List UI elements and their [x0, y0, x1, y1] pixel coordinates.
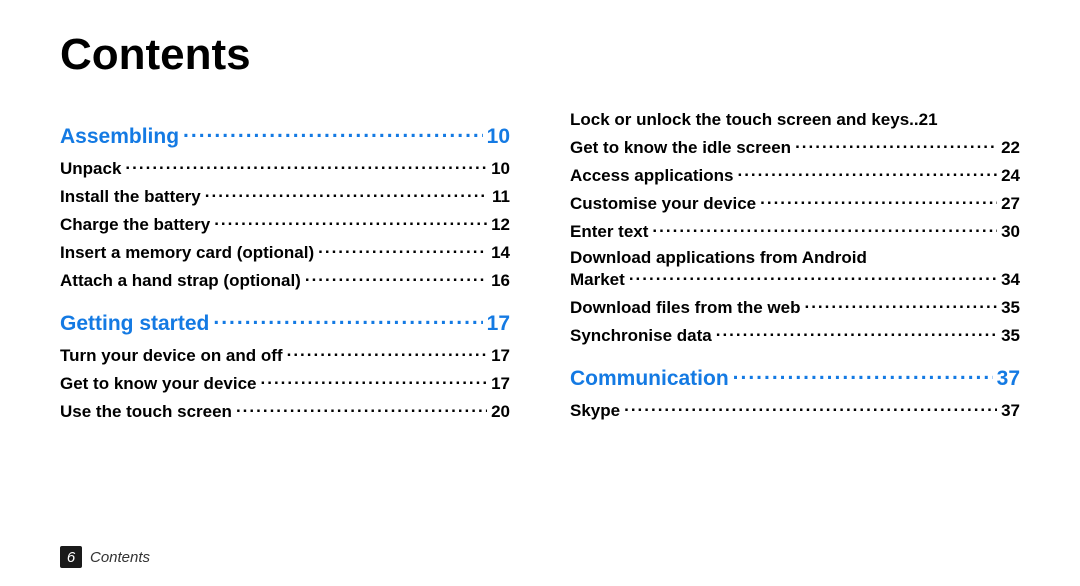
- leader-dots: [795, 136, 997, 153]
- column-left: Assembling 10 Unpack 10 Install the battery 1…: [60, 104, 510, 428]
- toc-item-page: 20: [491, 402, 510, 422]
- toc-item[interactable]: Enter text 30: [570, 220, 1020, 242]
- toc-item-page: 22: [1001, 138, 1020, 158]
- page-title: Contents: [60, 30, 1020, 80]
- toc-item-label-cont: Market: [570, 270, 625, 290]
- toc-item-label: Get to know your device: [60, 374, 257, 394]
- toc-item-label: Insert a memory card (optional): [60, 243, 314, 263]
- toc-item-label: Install the battery: [60, 187, 201, 207]
- toc-item-page: 12: [491, 215, 510, 235]
- section-page: 17: [487, 312, 510, 336]
- toc-item-label: Unpack: [60, 159, 121, 179]
- toc-item[interactable]: Lock or unlock the touch screen and keys…: [570, 110, 1020, 130]
- leader-dots: [804, 296, 997, 313]
- toc-item-label: Get to know the idle screen: [570, 138, 791, 158]
- toc-item-page: 11: [492, 187, 510, 207]
- leader-dots: [624, 399, 997, 416]
- toc-item-page: 35: [1001, 326, 1020, 346]
- page-container: Contents Assembling 10 Unpack 10 Install the…: [0, 0, 1080, 586]
- leader-dots: [305, 269, 487, 286]
- toc-item-page: 35: [1001, 298, 1020, 318]
- toc-item[interactable]: Turn your device on and off 17: [60, 344, 510, 366]
- column-right: Lock or unlock the touch screen and keys…: [570, 104, 1020, 428]
- toc-item[interactable]: Skype 37: [570, 399, 1020, 421]
- toc-item[interactable]: Download applications from AndroidMarket…: [570, 248, 1020, 290]
- toc-item-page: 27: [1001, 194, 1020, 214]
- section-title: Assembling: [60, 125, 179, 149]
- toc-item-label: Download applications from Android: [570, 248, 1020, 268]
- toc-item-page: 17: [491, 346, 510, 366]
- toc-item-label: Enter text: [570, 222, 648, 242]
- section-heading[interactable]: Communication 37: [570, 364, 1020, 391]
- leader-dots: [737, 164, 997, 181]
- toc-item-label: Attach a hand strap (optional): [60, 271, 301, 291]
- toc-item-label: Customise your device: [570, 194, 756, 214]
- footer-section-label: Contents: [90, 549, 150, 566]
- section-page: 37: [997, 367, 1020, 391]
- toc-item-page: 24: [1001, 166, 1020, 186]
- toc-item[interactable]: Customise your device 27: [570, 192, 1020, 214]
- section-page: 10: [487, 125, 510, 149]
- toc-item[interactable]: Insert a memory card (optional) 14: [60, 241, 510, 263]
- toc-item-page: 37: [1001, 401, 1020, 421]
- toc-item-label: Download files from the web: [570, 298, 800, 318]
- leader-dots: [716, 324, 997, 341]
- leader-dots: [213, 309, 482, 330]
- toc-item[interactable]: Unpack 10: [60, 157, 510, 179]
- section-heading[interactable]: Getting started 17: [60, 309, 510, 336]
- toc-item-label: Access applications: [570, 166, 733, 186]
- toc-item[interactable]: Access applications 24: [570, 164, 1020, 186]
- toc-item[interactable]: Attach a hand strap (optional) 16: [60, 269, 510, 291]
- toc-item[interactable]: Download files from the web 35: [570, 296, 1020, 318]
- leader-dots: ..: [909, 110, 918, 130]
- toc-item[interactable]: Charge the battery 12: [60, 213, 510, 235]
- toc-item-label: Turn your device on and off: [60, 346, 283, 366]
- footer-page-number: 6: [60, 546, 82, 568]
- section-title: Getting started: [60, 312, 209, 336]
- toc-item[interactable]: Synchronise data 35: [570, 324, 1020, 346]
- columns: Assembling 10 Unpack 10 Install the battery 1…: [60, 104, 1020, 428]
- toc-item[interactable]: Get to know your device 17: [60, 372, 510, 394]
- leader-dots: [760, 192, 997, 209]
- toc-item[interactable]: Use the touch screen 20: [60, 400, 510, 422]
- leader-dots: [261, 372, 488, 389]
- leader-dots: [214, 213, 487, 230]
- footer: 6 Contents: [60, 546, 150, 568]
- toc-item-label: Synchronise data: [570, 326, 712, 346]
- leader-dots: [125, 157, 487, 174]
- toc-item-label: Skype: [570, 401, 620, 421]
- section-heading[interactable]: Assembling 10: [60, 122, 510, 149]
- toc-item-label: Charge the battery: [60, 215, 210, 235]
- toc-item-page: 10: [491, 159, 510, 179]
- leader-dots: [652, 220, 997, 237]
- leader-dots: [205, 185, 488, 202]
- leader-dots: [287, 344, 487, 361]
- section-title: Communication: [570, 367, 729, 391]
- toc-item-label: Lock or unlock the touch screen and keys: [570, 110, 909, 130]
- leader-dots: [236, 400, 487, 417]
- leader-dots: [318, 241, 487, 258]
- toc-item-page: 34: [1001, 270, 1020, 290]
- toc-item-page: 16: [491, 271, 510, 291]
- toc-item-page: 14: [491, 243, 510, 263]
- leader-dots: [733, 364, 993, 385]
- toc-item-page: 21: [919, 110, 938, 130]
- leader-dots: [183, 122, 483, 143]
- leader-dots: [629, 268, 997, 285]
- toc-item-page: 17: [491, 374, 510, 394]
- toc-item-label: Use the touch screen: [60, 402, 232, 422]
- toc-item[interactable]: Install the battery 11: [60, 185, 510, 207]
- toc-item-page: 30: [1001, 222, 1020, 242]
- toc-item[interactable]: Get to know the idle screen 22: [570, 136, 1020, 158]
